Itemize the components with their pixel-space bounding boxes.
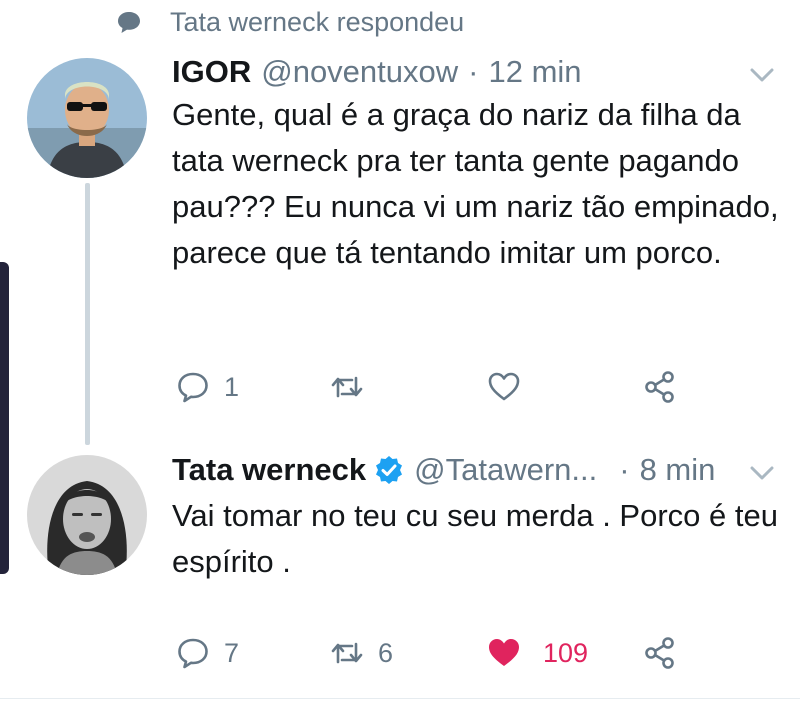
- tweet1-reply-count: 1: [224, 371, 240, 402]
- tweet2-share-button[interactable]: [643, 636, 677, 670]
- tweet1-retweet-button[interactable]: [330, 370, 364, 404]
- tweet2-timestamp[interactable]: 8 min: [640, 452, 716, 488]
- heart-filled-icon: [489, 639, 519, 666]
- share-icon: [645, 371, 674, 403]
- reply-context[interactable]: Tata werneck respondeu: [116, 4, 464, 40]
- tweet1-timestamp[interactable]: 12 min: [488, 54, 581, 90]
- tweet2-retweet-button[interactable]: 6: [330, 636, 393, 670]
- tweet1-chevron-down-icon[interactable]: [749, 66, 775, 84]
- tweet2-author-name[interactable]: Tata werneck: [172, 452, 366, 488]
- tweet1-like-button[interactable]: [487, 370, 521, 404]
- tweet1-author-handle[interactable]: @noventuxow: [261, 54, 458, 90]
- avatar-tata-werneck-image: [27, 455, 147, 575]
- tweet2-header: Tata werneck @Tatawern... · 8 min: [172, 452, 715, 488]
- thread-connector-line: [85, 183, 90, 445]
- heart-outline-icon: [488, 372, 520, 401]
- avatar-tata-werneck[interactable]: [27, 455, 147, 575]
- retweet-icon: [331, 642, 363, 664]
- avatar-igor-image: [27, 58, 147, 178]
- bottom-divider: [0, 698, 800, 699]
- tweet1-author-name[interactable]: IGOR: [172, 54, 251, 90]
- tweet1-reply-button[interactable]: 1: [176, 370, 239, 404]
- tweet1-share-button[interactable]: [643, 370, 677, 404]
- verified-badge-icon: [376, 456, 403, 484]
- tweet2-like-button[interactable]: 109: [487, 636, 588, 670]
- tweet2-like-count: 109: [543, 637, 589, 668]
- left-edge-scroll-handle: [0, 262, 9, 574]
- chat-bubble-icon: [118, 12, 140, 33]
- share-icon: [645, 637, 674, 669]
- tweet1-separator: ·: [468, 54, 479, 89]
- tweet2-retweet-count: 6: [378, 637, 394, 668]
- tweet2-chevron-down-icon[interactable]: [749, 464, 775, 482]
- avatar-igor[interactable]: [27, 58, 147, 178]
- tweet2-separator: ·: [619, 452, 630, 487]
- tweet2-reply-count: 7: [224, 637, 240, 668]
- tweet1-header: IGOR @noventuxow · 12 min: [172, 54, 582, 90]
- tweet2-text: Vai tomar no teu cu seu merda . Porco é …: [172, 498, 778, 579]
- reply-icon: [178, 372, 208, 403]
- tweet2-author-handle[interactable]: @Tatawern...: [414, 452, 597, 488]
- reply-context-label: Tata werneck respondeu: [170, 6, 465, 37]
- retweet-icon: [331, 376, 363, 398]
- tweet2-reply-button[interactable]: 7: [176, 636, 239, 670]
- tweet1-text: Gente, qual é a graça do nariz da filha …: [172, 97, 779, 270]
- reply-icon: [178, 638, 208, 669]
